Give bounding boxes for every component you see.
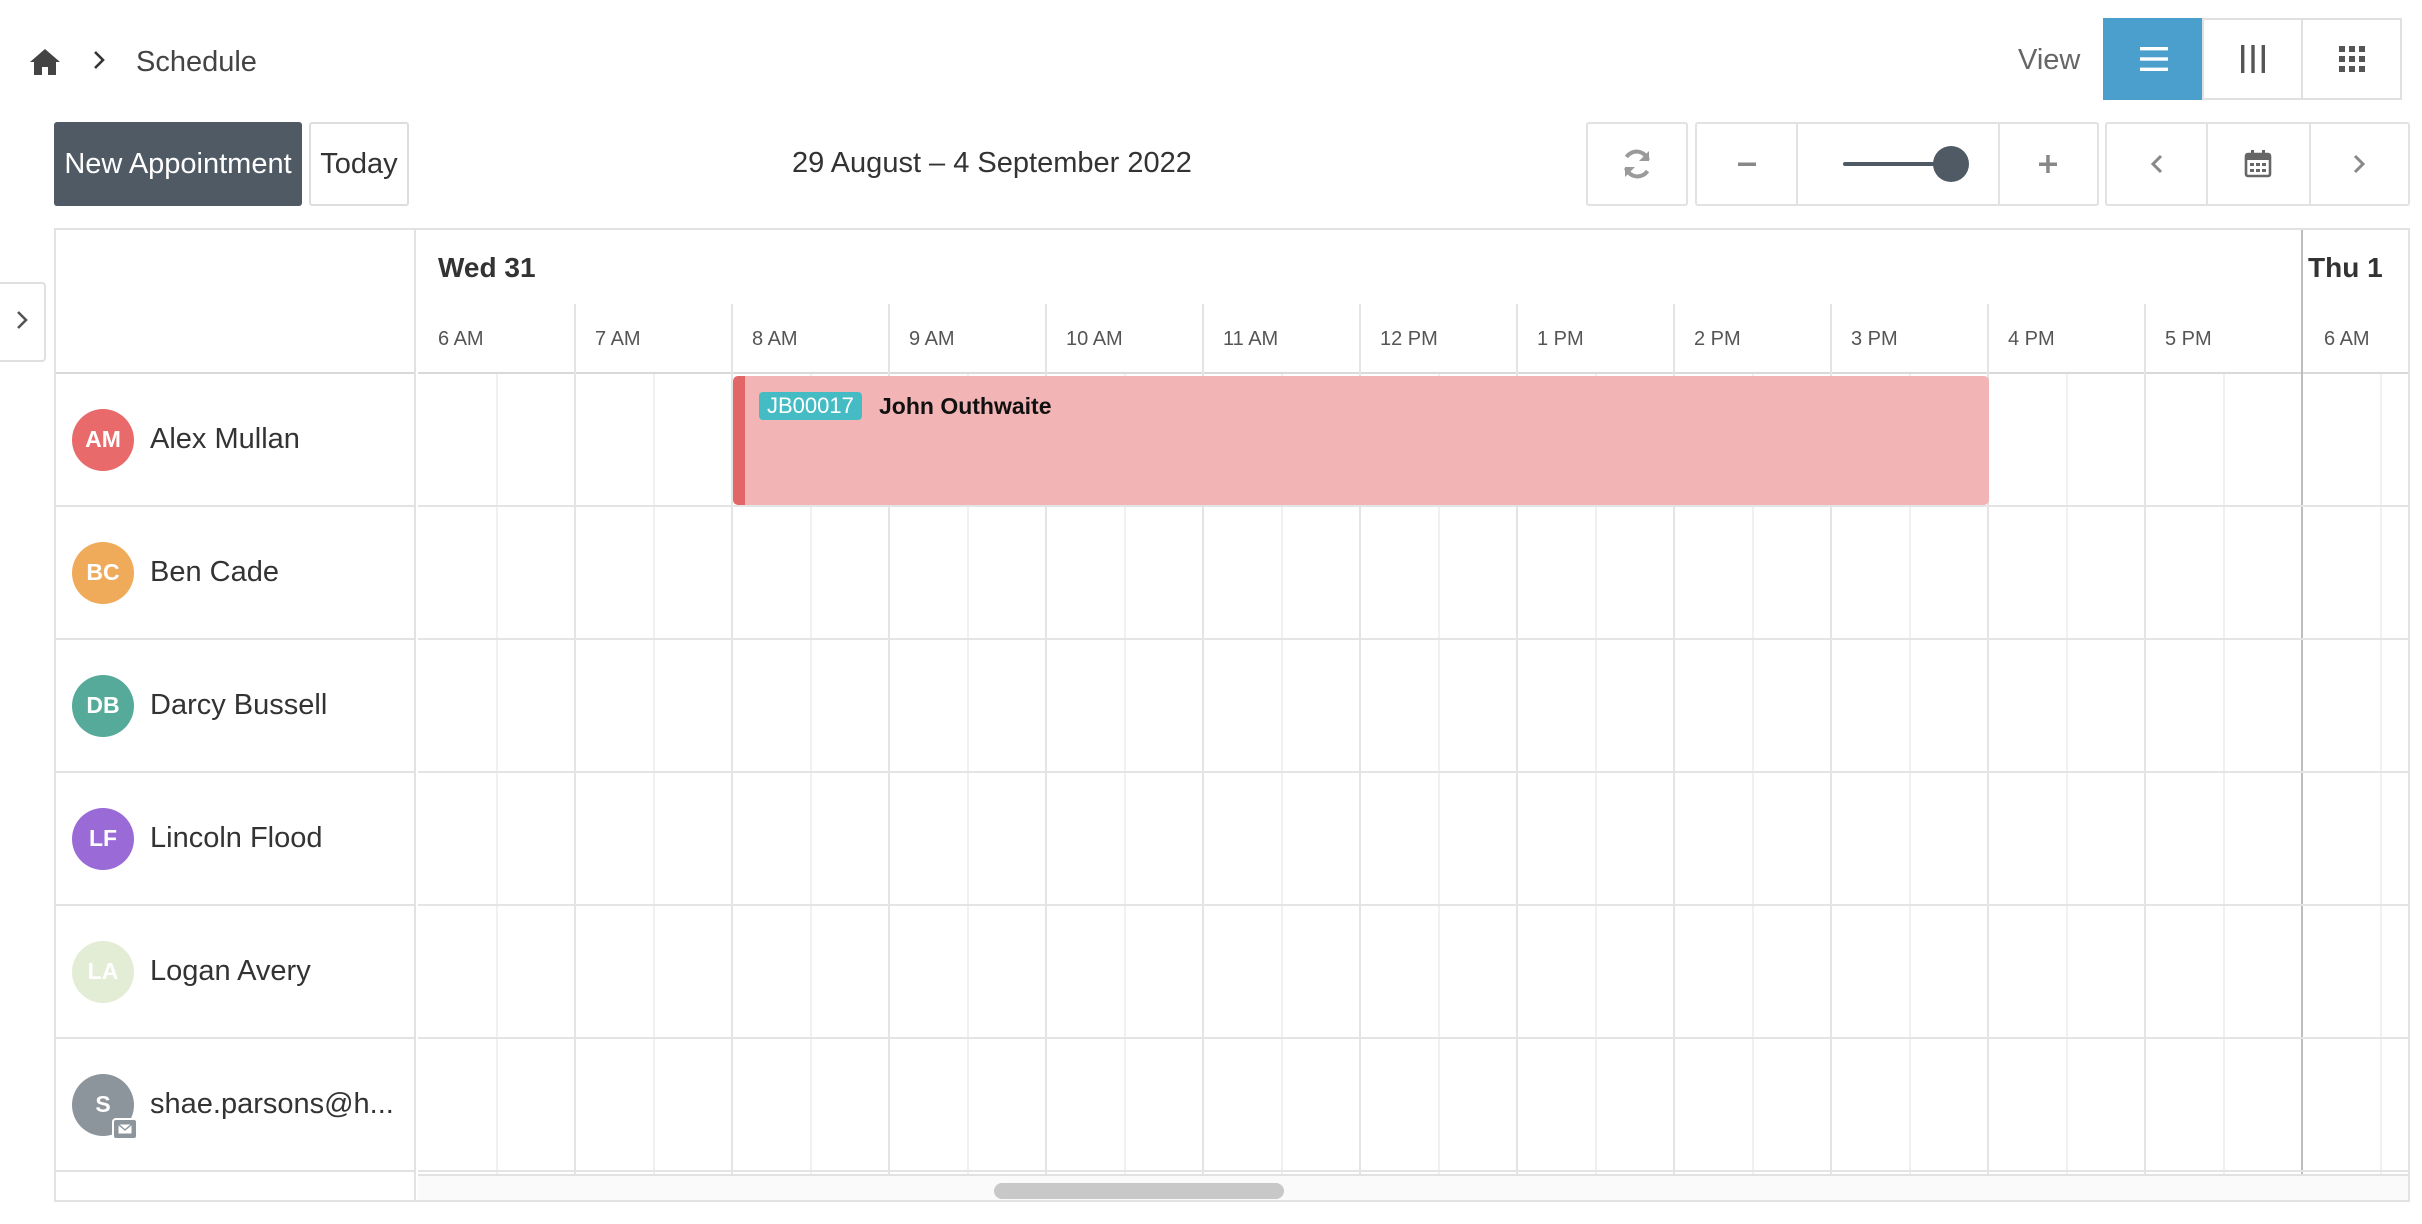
appointment-event[interactable]: JB00017 John Outhwaite (733, 376, 1989, 505)
half-hour-gridline (2066, 374, 2068, 1174)
scheduler: AM Alex Mullan BC Ben Cade DB Darcy Bussell LF… (54, 228, 2410, 1202)
zoom-in-button[interactable] (1997, 124, 2097, 204)
avatar: DB (72, 674, 134, 737)
resource-column: AM Alex Mullan BC Ben Cade DB Darcy Bussell LF… (56, 230, 416, 1200)
breadcrumb: Schedule (28, 40, 257, 84)
avatar: AM (72, 408, 134, 471)
minus-icon (1735, 152, 1759, 176)
calendar-icon (2242, 148, 2274, 180)
hour-label: 11 AM (1223, 328, 1279, 350)
avatar: LF (72, 807, 134, 870)
zoom-slider-thumb[interactable] (1932, 146, 1969, 182)
appointment-job-id[interactable]: JB00017 (759, 392, 862, 420)
day-header-thu: Thu 1 (2308, 252, 2383, 283)
timeline: Wed 31 Thu 1 6 AM 7 AM 8 AM 9 AM 10 AM 11 AM 1… (418, 230, 2408, 1200)
hour-label: 10 AM (1066, 328, 1123, 350)
half-hour-gridline (2223, 374, 2225, 1174)
bars-icon (2134, 39, 2174, 79)
hour-label: 6 AM (2324, 328, 2370, 350)
next-button[interactable] (2308, 124, 2408, 204)
day-header-wed: Wed 31 (438, 252, 536, 283)
calendar-button[interactable] (2206, 124, 2308, 204)
row-gridline (418, 1037, 2408, 1039)
row-gridline (418, 505, 2408, 507)
view-label: View (2018, 44, 2081, 76)
resource-name: Darcy Bussell (150, 689, 328, 721)
refresh-button[interactable] (1588, 124, 1686, 204)
avatar-initials: S (95, 1091, 111, 1117)
expand-panel-button[interactable] (0, 282, 46, 362)
row-gridline (418, 771, 2408, 773)
hour-label: 1 PM (1537, 328, 1584, 350)
chevron-right-icon (15, 308, 29, 337)
avatar: LA (72, 940, 134, 1003)
avatar: S (72, 1073, 138, 1140)
new-appointment-button[interactable]: New Appointment (54, 122, 302, 206)
resource-name: Alex Mullan (150, 423, 300, 455)
resource-row[interactable]: AM Alex Mullan (56, 374, 414, 507)
hour-gridline (574, 304, 576, 1174)
resource-name: Lincoln Flood (150, 822, 323, 854)
half-hour-gridline (653, 374, 655, 1174)
half-hour-gridline (2380, 374, 2382, 1174)
zoom-controls (1695, 122, 2099, 206)
resource-name: shae.parsons@h... (150, 1088, 394, 1120)
zoom-slider-track (1842, 146, 1969, 182)
chevron-right-icon (92, 46, 106, 78)
hour-label: 2 PM (1694, 328, 1741, 350)
avatar-initials: BC (86, 559, 120, 585)
resource-header (56, 230, 414, 374)
day-divider (2301, 230, 2303, 1174)
view-switcher (2103, 18, 2402, 100)
avatar-initials: DB (86, 692, 120, 718)
refresh-box (1586, 122, 1688, 206)
zoom-slider[interactable] (1796, 124, 1998, 204)
chevron-left-icon (2147, 152, 2167, 176)
timeline-header-divider (418, 372, 2408, 374)
today-button[interactable]: Today (309, 122, 409, 206)
resource-row[interactable]: LF Lincoln Flood (56, 773, 414, 906)
hour-label: 8 AM (752, 328, 798, 350)
hour-label: 3 PM (1851, 328, 1898, 350)
list-view-button[interactable] (2103, 18, 2204, 100)
plus-icon (2036, 152, 2060, 176)
row-gridline (418, 1170, 2408, 1172)
date-navigation (2105, 122, 2410, 206)
avatar-initials: LF (88, 825, 118, 851)
hour-label: 4 PM (2008, 328, 2055, 350)
refresh-icon (1619, 146, 1655, 182)
hour-gridline (2144, 304, 2146, 1174)
home-icon[interactable] (28, 47, 62, 77)
previous-button[interactable] (2107, 124, 2206, 204)
avatar-initials: LA (87, 958, 119, 984)
row-gridline (418, 904, 2408, 906)
resource-row[interactable]: LA Logan Avery (56, 906, 414, 1039)
hour-label: 9 AM (909, 328, 955, 350)
hour-label: 5 PM (2165, 328, 2212, 350)
breadcrumb-current: Schedule (136, 45, 257, 78)
columns-icon (2233, 39, 2273, 79)
half-hour-gridline (496, 374, 498, 1174)
resource-row[interactable]: BC Ben Cade (56, 507, 414, 640)
row-gridline (418, 638, 2408, 640)
resource-name: Logan Avery (150, 955, 311, 987)
avatar: BC (72, 541, 134, 604)
date-range: 29 August – 4 September 2022 (792, 147, 1192, 179)
hour-label: 7 AM (595, 328, 641, 350)
zoom-out-button[interactable] (1697, 124, 1796, 204)
hour-label: 6 AM (438, 328, 484, 350)
grid-view-button[interactable] (2301, 18, 2402, 100)
resource-name: Ben Cade (150, 556, 279, 588)
hour-label: 12 PM (1380, 328, 1438, 350)
column-view-button[interactable] (2202, 18, 2303, 100)
chevron-right-icon (2349, 152, 2369, 176)
resource-row[interactable]: Sshae.parsons@h... (56, 1039, 414, 1172)
resource-row[interactable]: DB Darcy Bussell (56, 640, 414, 773)
horizontal-scrollbar[interactable] (418, 1174, 2408, 1200)
grid-icon (2332, 39, 2372, 79)
scrollbar-thumb[interactable] (994, 1183, 1284, 1199)
appointment-title: John Outhwaite (879, 393, 1052, 419)
avatar-initials: AM (85, 426, 121, 452)
envelope-icon (112, 1117, 138, 1140)
